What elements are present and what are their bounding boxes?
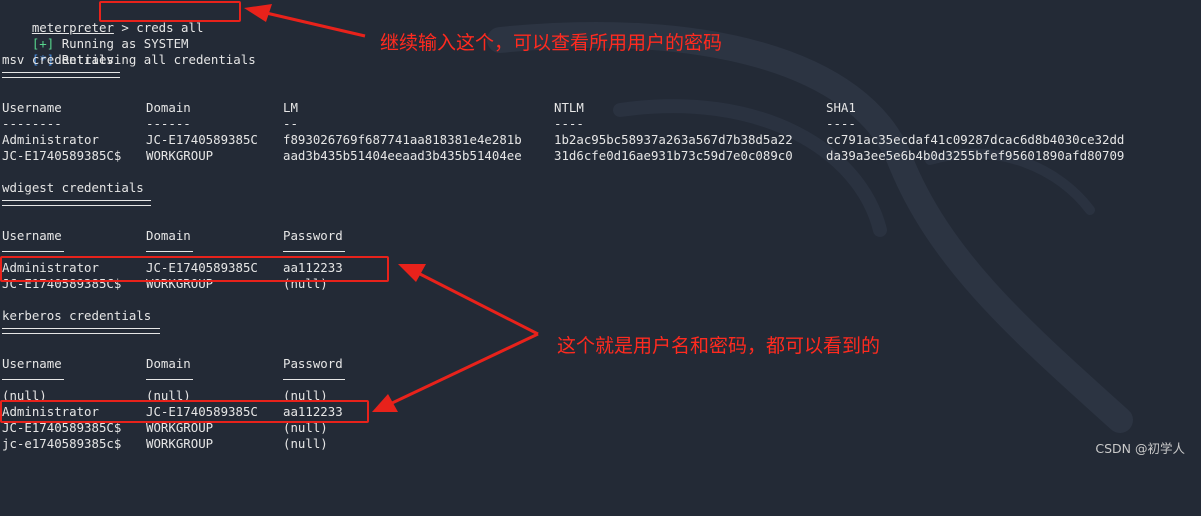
table-header-row: Username Domain Password [2, 228, 343, 244]
section-title-kerberos: kerberos credentials [2, 308, 152, 323]
cell-lm: f893026769f687741aa818381e4e281b [283, 132, 522, 147]
cell-username: jc-e1740589385c$ [2, 436, 122, 451]
header-underline [146, 251, 193, 252]
command-highlight-box [99, 1, 241, 22]
wdigest-password-highlight-box [0, 256, 389, 282]
header-ntlm: NTLM [554, 100, 584, 115]
cell-domain: JC-E1740589385C [146, 132, 258, 147]
header-username: Username [2, 100, 62, 115]
header-domain: Domain [146, 228, 191, 243]
cell-username: JC-E1740589385C$ [2, 148, 122, 163]
header-sha1: SHA1 [826, 100, 856, 115]
table-row: JC-E1740589385C$ WORKGROUP aad3b435b5140… [2, 148, 1124, 164]
header-underline: -------- [2, 116, 62, 131]
cell-domain: WORKGROUP [146, 436, 214, 451]
table-header-row: Username Domain Password [2, 356, 343, 372]
cell-domain: WORKGROUP [146, 148, 214, 163]
header-username: Username [2, 356, 62, 371]
section-title-wdigest: wdigest credentials [2, 180, 144, 195]
header-domain: Domain [146, 100, 191, 115]
cell-sha1: da39a3ee5e6b4b0d3255bfef95601890afd80709 [826, 148, 1125, 163]
header-domain: Domain [146, 356, 191, 371]
header-underline: -- [283, 116, 298, 131]
header-underline [283, 251, 345, 252]
cell-sha1: cc791ac35ecdaf41c09287dcac6d8b4030ce32dd [826, 132, 1125, 147]
csdn-watermark: CSDN @初学人 [1095, 441, 1185, 456]
header-password: Password [283, 228, 343, 243]
header-underline [146, 379, 193, 380]
header-underline: ---- [554, 116, 584, 131]
annotation-password-note: 这个就是用户名和密码，都可以看到的 [557, 335, 881, 357]
header-underline: ---- [826, 116, 856, 131]
header-password: Password [283, 356, 343, 371]
header-username: Username [2, 228, 62, 243]
status-line: [*] Retrieving all credentials [2, 36, 256, 67]
cell-ntlm: 31d6cfe0d16ae931b73c59d7e0c089c0 [554, 148, 793, 163]
section-underline [2, 72, 120, 78]
header-underline [2, 251, 64, 252]
section-title-msv: msv credentials [2, 52, 114, 67]
cell-lm: aad3b435b51404eeaad3b435b51404ee [283, 148, 522, 163]
header-lm: LM [283, 100, 298, 115]
status-line: [+] Running as SYSTEM [2, 20, 189, 51]
cell-password: (null) [283, 436, 328, 451]
kerberos-password-highlight-box [0, 400, 369, 423]
section-underline [2, 328, 160, 334]
annotation-command-note: 继续输入这个，可以查看所用用户的密码 [380, 32, 723, 54]
header-underline [283, 379, 345, 380]
section-underline [2, 200, 151, 206]
cell-username: Administrator [2, 132, 99, 147]
table-header-row: Username Domain LM NTLM SHA1 [2, 100, 856, 116]
header-underline [2, 379, 64, 380]
table-row: jc-e1740589385c$ WORKGROUP (null) [2, 436, 328, 452]
cell-ntlm: 1b2ac95bc58937a263a567d7b38d5a22 [554, 132, 793, 147]
header-underline: ------ [146, 116, 191, 131]
table-header-underline-row: -------- ------ -- ---- ---- [2, 116, 856, 132]
table-row: Administrator JC-E1740589385C f893026769… [2, 132, 1124, 148]
